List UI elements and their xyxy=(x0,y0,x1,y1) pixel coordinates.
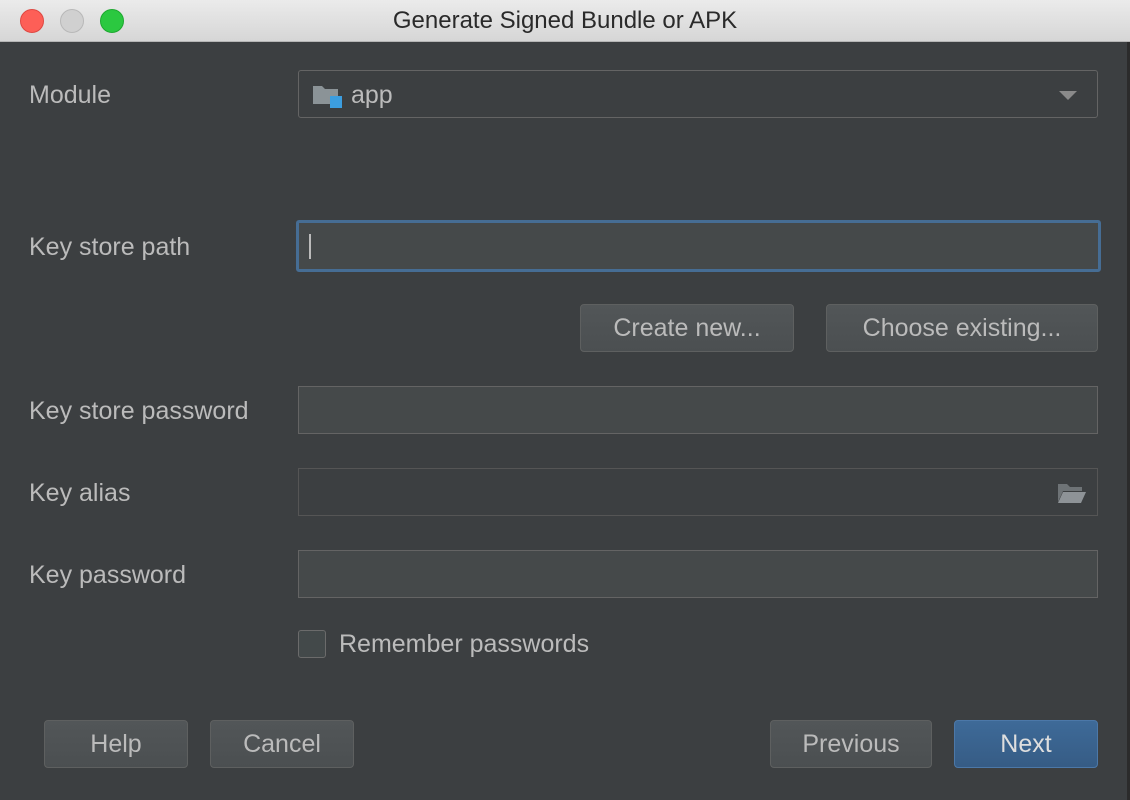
help-button[interactable]: Help xyxy=(44,720,188,768)
key-password-field[interactable] xyxy=(298,550,1098,598)
module-label: Module xyxy=(29,81,111,109)
cancel-button[interactable]: Cancel xyxy=(210,720,354,768)
create-new-button[interactable]: Create new... xyxy=(580,304,794,352)
title-bar: Generate Signed Bundle or APK xyxy=(0,0,1130,42)
folder-open-icon[interactable] xyxy=(1057,481,1087,505)
window-title: Generate Signed Bundle or APK xyxy=(392,7,738,34)
keystore-path-input[interactable] xyxy=(299,223,1098,269)
remember-passwords-label[interactable]: Remember passwords xyxy=(339,629,589,659)
keystore-path-label: Key store path xyxy=(29,233,191,261)
key-alias-input[interactable] xyxy=(299,469,1097,515)
module-folder-icon xyxy=(313,86,342,108)
remember-passwords-checkbox[interactable] xyxy=(298,630,326,658)
text-caret xyxy=(309,234,311,259)
key-password-input[interactable] xyxy=(299,551,1097,597)
key-alias-label: Key alias xyxy=(29,479,131,507)
choose-existing-button[interactable]: Choose existing... xyxy=(826,304,1098,352)
key-alias-field[interactable] xyxy=(298,468,1098,516)
keystore-path-field[interactable] xyxy=(296,220,1101,272)
module-value: app xyxy=(351,81,393,109)
key-password-label: Key password xyxy=(29,561,187,589)
next-button[interactable]: Next xyxy=(954,720,1098,768)
chevron-down-icon[interactable] xyxy=(1059,91,1077,100)
keystore-password-input[interactable] xyxy=(299,387,1097,433)
keystore-password-label: Key store password xyxy=(29,397,249,425)
previous-button[interactable]: Previous xyxy=(770,720,932,768)
module-select[interactable]: app xyxy=(298,70,1098,118)
keystore-password-field[interactable] xyxy=(298,386,1098,434)
